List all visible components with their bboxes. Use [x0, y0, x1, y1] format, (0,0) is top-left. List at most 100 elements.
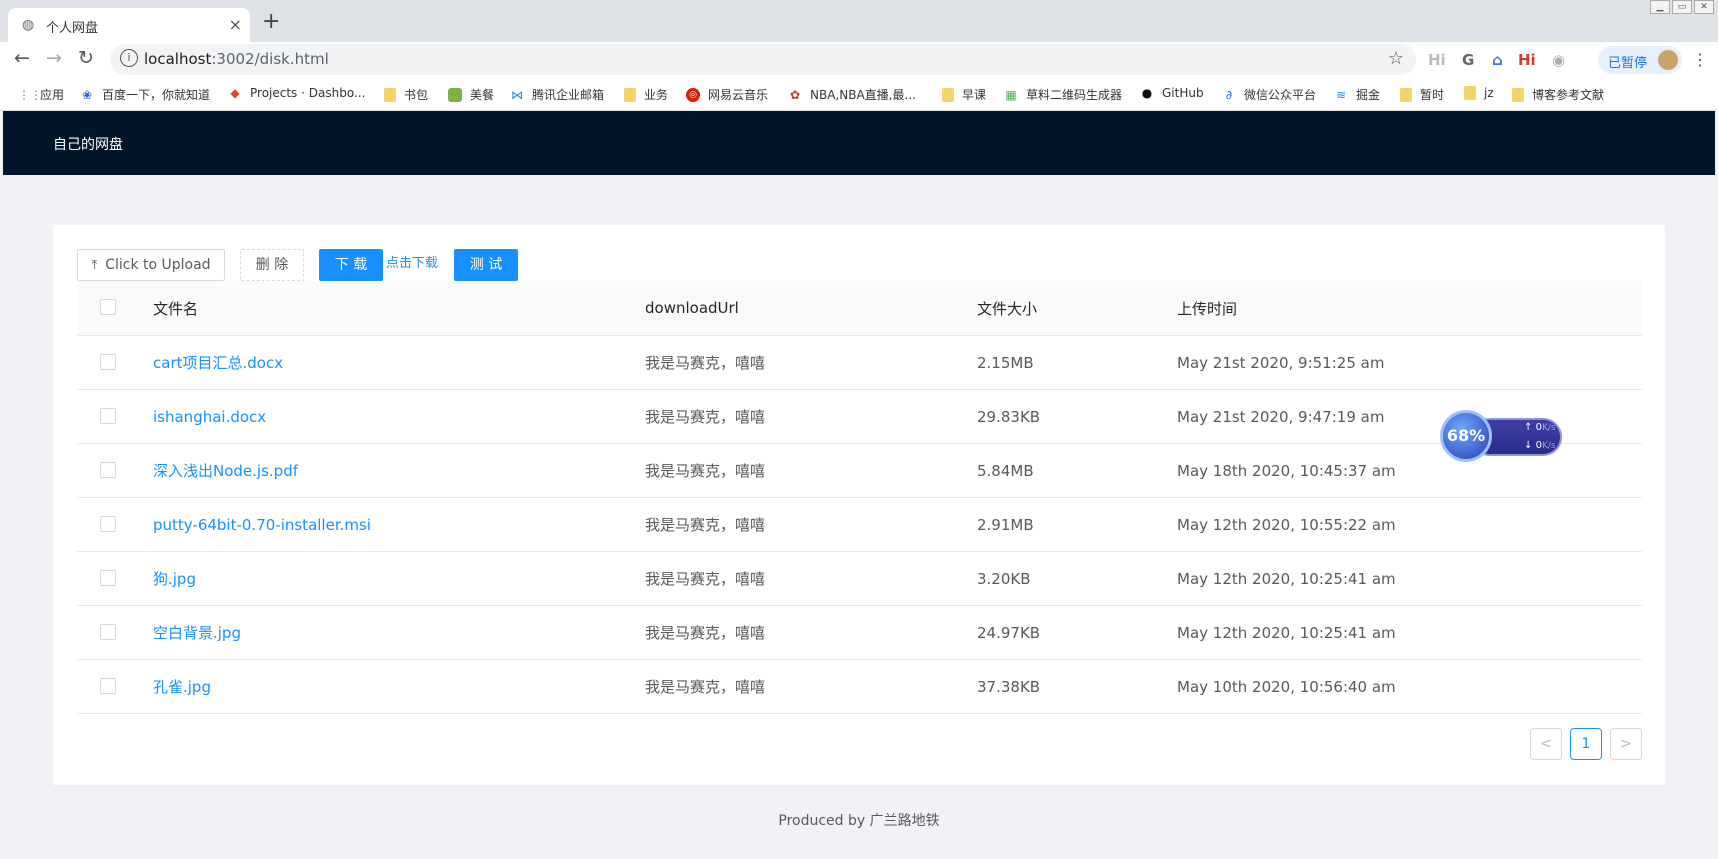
click-download-link[interactable]: 点击下载 [383, 249, 441, 281]
meican-icon [448, 87, 462, 102]
column-header-downloadurl[interactable]: downloadUrl [645, 281, 739, 335]
file-name-link[interactable]: 狗.jpg [153, 552, 196, 605]
bookmark-star-icon[interactable]: ☆ [1388, 48, 1404, 69]
row-checkbox[interactable] [100, 462, 116, 478]
bookmark-label: GitHub [1162, 86, 1204, 100]
row-checkbox[interactable] [100, 354, 116, 370]
chrome-extension-icon[interactable]: ◉ [1552, 51, 1565, 69]
table-row: 空白背景.jpg 我是马赛克，嘻嘻 24.97KB May 12th 2020,… [77, 606, 1642, 660]
file-name-link[interactable]: 空白背景.jpg [153, 606, 241, 659]
download-url: 我是马赛克，嘻嘻 [645, 624, 766, 642]
column-header-uploadtime[interactable]: 上传时间 [1177, 281, 1237, 335]
browser-tab[interactable]: ◍ 个人网盘 × [8, 8, 250, 42]
nba-icon: ✿ [789, 87, 801, 102]
pagination-page-1[interactable]: 1 [1570, 728, 1602, 760]
forward-arrow-icon[interactable]: → [46, 47, 62, 69]
bookmark-label: 暂时 [1420, 88, 1445, 102]
site-info-icon[interactable]: i [120, 49, 138, 67]
bookmark-label: 腾讯企业邮箱 [532, 88, 605, 102]
upload-button[interactable]: ⤒ Click to Upload [77, 249, 225, 281]
bookmark-item[interactable]: ⋈ 腾讯企业邮箱 [510, 86, 604, 103]
upload-label: Click to Upload [105, 257, 211, 273]
address-bar[interactable]: i localhost:3002/disk.html ☆ [110, 44, 1416, 75]
bookmark-item[interactable]: ▦ 草料二维码生成器 [1004, 86, 1122, 103]
row-checkbox[interactable] [100, 624, 116, 640]
new-tab-button[interactable]: + [262, 10, 280, 34]
bookmark-item[interactable]: 业务 [624, 86, 668, 103]
network-speed-widget[interactable]: 68% ↑ 0K/s ↓ 0K/s [1440, 410, 1562, 462]
column-header-filesize[interactable]: 文件大小 [977, 281, 1037, 335]
minimize-icon[interactable]: ▁ [1650, 0, 1670, 14]
pagination-prev-button[interactable]: < [1530, 728, 1562, 760]
bookmark-item[interactable]: ✿ NBA,NBA直播,最... [788, 86, 916, 103]
qrcode-icon: ▦ [1005, 87, 1017, 102]
file-name-link[interactable]: cart项目汇总.docx [153, 336, 283, 389]
profile-paused-button[interactable]: 已暂停 [1598, 46, 1682, 74]
hi-red-extension-icon[interactable]: Hi [1518, 51, 1536, 69]
upload-time: May 21st 2020, 9:47:19 am [1177, 407, 1385, 426]
bookmark-item[interactable]: ⋮⋮ 应用 [18, 86, 64, 103]
folder-icon [1512, 87, 1524, 102]
folder-icon [1400, 87, 1412, 102]
tab-strip: ◍ 个人网盘 × + [0, 0, 1718, 42]
bookmark-item[interactable]: ❀ 百度一下，你就知道 [80, 86, 210, 103]
test-button[interactable]: 测 试 [454, 249, 518, 281]
bookmark-item[interactable]: 早课 [942, 86, 986, 103]
upload-rate-unit: K/s [1541, 423, 1556, 433]
delete-button[interactable]: 删 除 [240, 249, 304, 281]
address-url[interactable]: localhost:3002/disk.html [144, 50, 329, 68]
bookmark-label: 早课 [962, 88, 987, 102]
row-checkbox[interactable] [100, 678, 116, 694]
bookmark-item[interactable]: jz [1464, 86, 1494, 100]
bookmark-item[interactable]: ● GitHub [1140, 86, 1204, 100]
bookmark-label: 草料二维码生成器 [1026, 88, 1123, 102]
bookmark-label: 微信公众平台 [1244, 88, 1317, 102]
upload-time: May 12th 2020, 10:55:22 am [1177, 515, 1396, 534]
tab-title: 个人网盘 [46, 21, 99, 36]
file-size: 5.84MB [977, 461, 1034, 480]
google-extension-icon[interactable]: G [1462, 51, 1474, 69]
menu-kebab-icon[interactable]: ⋮ [1692, 50, 1708, 69]
upload-time: May 12th 2020, 10:25:41 am [1177, 623, 1396, 642]
column-header-filename[interactable]: 文件名 [153, 281, 198, 335]
juejin-icon: ≋ [1335, 87, 1347, 102]
hi-extension-icon[interactable]: Hi [1428, 51, 1446, 69]
bookmark-label: 百度一下，你就知道 [102, 88, 211, 102]
row-checkbox[interactable] [100, 516, 116, 532]
bookmark-item[interactable]: ≋ 掘金 [1334, 86, 1380, 103]
row-checkbox[interactable] [100, 408, 116, 424]
file-name-link[interactable]: 孔雀.jpg [153, 660, 211, 713]
tab-close-icon[interactable]: × [229, 15, 242, 34]
select-all-checkbox[interactable] [100, 299, 116, 315]
bookmark-item[interactable]: ◆ Projects · Dashbo... [228, 86, 365, 100]
upload-time: May 10th 2020, 10:56:40 am [1177, 677, 1396, 696]
file-size: 2.15MB [977, 353, 1034, 372]
wechat-mp-icon: ∂ [1225, 87, 1233, 102]
bookmark-label: jz [1484, 86, 1494, 100]
file-name-link[interactable]: ishanghai.docx [153, 390, 266, 443]
page-footer: Produced by 广兰路地铁 [778, 813, 940, 829]
table-row: 深入浅出Node.js.pdf 我是马赛克，嘻嘻 5.84MB May 18th… [77, 444, 1642, 498]
file-name-link[interactable]: 深入浅出Node.js.pdf [153, 444, 298, 497]
upload-time: May 21st 2020, 9:51:25 am [1177, 353, 1385, 372]
reload-icon[interactable]: ↻ [78, 47, 94, 69]
close-window-icon[interactable]: ✕ [1694, 0, 1714, 14]
file-size: 24.97KB [977, 623, 1041, 642]
bookmark-item[interactable]: 美餐 [448, 86, 494, 103]
bookmark-item[interactable]: ◎ 网易云音乐 [686, 86, 768, 103]
pagination-next-button[interactable]: > [1610, 728, 1642, 760]
back-arrow-icon[interactable]: ← [14, 47, 30, 69]
speed-percent: 68% [1440, 410, 1492, 462]
bookmark-item[interactable]: 暂时 [1400, 86, 1444, 103]
bookmark-label: Projects · Dashbo... [250, 86, 366, 100]
download-button[interactable]: 下 载 [319, 249, 383, 281]
bookmark-item[interactable]: ∂ 微信公众平台 [1222, 86, 1316, 103]
maximize-icon[interactable]: ▭ [1672, 0, 1692, 14]
home-extension-icon[interactable]: ⌂ [1492, 51, 1503, 69]
bookmark-item[interactable]: 博客参考文献 [1512, 86, 1604, 103]
file-name-link[interactable]: putty-64bit-0.70-installer.msi [153, 498, 371, 551]
globe-icon: ◍ [22, 17, 35, 33]
bookmark-item[interactable]: 书包 [384, 86, 428, 103]
github-icon: ● [1141, 86, 1153, 100]
row-checkbox[interactable] [100, 570, 116, 586]
